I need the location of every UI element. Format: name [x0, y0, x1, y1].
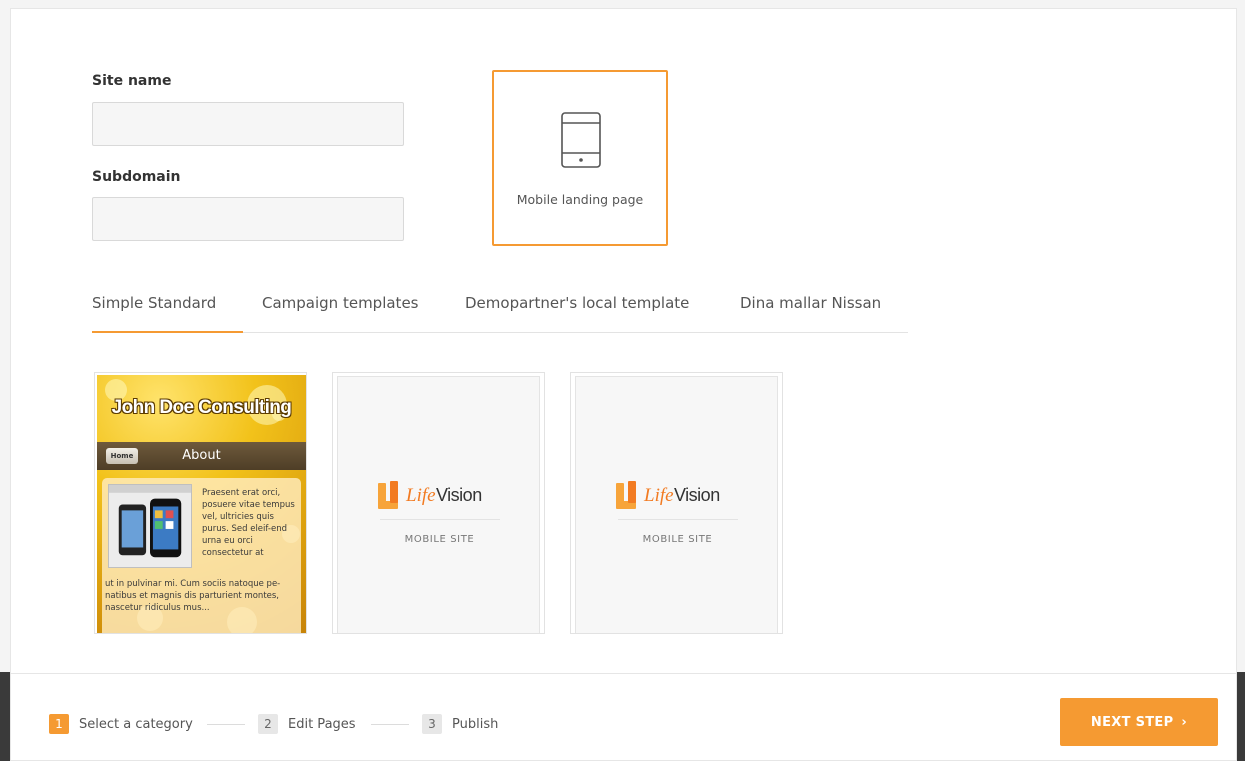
step-number: 2	[258, 714, 278, 734]
template-content-box: Praesent erat orci, posuere vitae tempus…	[102, 478, 301, 633]
step-number: 1	[49, 714, 69, 734]
create-site-dialog: Site name Subdomain Mobile landing page …	[10, 8, 1237, 761]
category-card-mobile-landing-page[interactable]: Mobile landing page	[492, 70, 668, 246]
step-connector	[207, 724, 245, 725]
step-number: 3	[422, 714, 442, 734]
template-lifevision-1[interactable]: Life Vision MOBILE SITE	[332, 372, 545, 634]
template-nav-bar: About Home	[97, 442, 306, 470]
template-preview-image: John Doe Consulting About Home Praesent …	[97, 375, 306, 633]
template-body-text: Praesent erat orci, posuere vitae tempus…	[202, 488, 295, 558]
left-backdrop	[0, 672, 10, 761]
template-tabs: Simple Standard Campaign templates Demop…	[92, 287, 908, 333]
next-step-button[interactable]: NEXT STEP ›	[1060, 698, 1218, 746]
site-name-label: Site name	[92, 73, 172, 89]
phone-screenshot-image	[108, 484, 192, 568]
template-subtitle: MOBILE SITE	[404, 534, 475, 545]
template-lifevision-2[interactable]: Life Vision MOBILE SITE	[570, 372, 783, 634]
logo-divider	[380, 519, 500, 520]
logo-life-text: Life	[405, 485, 436, 506]
tablet-icon	[561, 112, 601, 168]
template-preview-frame: Life Vision MOBILE SITE	[575, 376, 778, 633]
lifevision-logo: Life Vision	[616, 481, 720, 509]
step-edit-pages[interactable]: 2 Edit Pages	[258, 713, 356, 735]
logo-divider	[618, 519, 738, 520]
site-name-input[interactable]	[92, 102, 404, 146]
next-step-label: NEXT STEP	[1090, 714, 1174, 730]
step-select-category[interactable]: 1 Select a category	[49, 713, 193, 735]
tab-dina-mallar-nissan[interactable]: Dina mallar Nissan	[740, 287, 881, 333]
logo-vision-text: Vision	[436, 485, 482, 505]
template-john-doe-consulting[interactable]: John Doe Consulting About Home Praesent …	[94, 372, 307, 634]
tab-campaign-templates[interactable]: Campaign templates	[262, 287, 418, 333]
step-publish[interactable]: 3 Publish	[422, 713, 498, 735]
logo-life-text: Life	[643, 485, 674, 506]
category-label: Mobile landing page	[516, 192, 644, 207]
right-backdrop	[1237, 672, 1245, 761]
step-label: Select a category	[79, 716, 193, 732]
subdomain-label: Subdomain	[92, 169, 181, 185]
step-label: Publish	[452, 716, 499, 732]
step-connector	[371, 724, 409, 725]
template-title: John Doe Consulting	[111, 397, 292, 418]
tab-demopartners-local-template[interactable]: Demopartner's local template	[465, 287, 689, 333]
template-subtitle: MOBILE SITE	[642, 534, 713, 545]
logo-vision-text: Vision	[674, 485, 720, 505]
lifevision-logo: Life Vision	[378, 481, 482, 509]
tab-simple-standard[interactable]: Simple Standard	[92, 287, 243, 333]
template-body-text-continued: ut in pulvinar mi. Cum sociis natoque pe…	[105, 579, 281, 613]
template-preview-frame: Life Vision MOBILE SITE	[337, 376, 540, 633]
chevron-right-icon: ›	[1181, 714, 1188, 730]
template-home-button: Home	[106, 448, 138, 464]
subdomain-input[interactable]	[92, 197, 404, 241]
wizard-footer: 1 Select a category 2 Edit Pages 3 Publi…	[11, 673, 1236, 760]
step-label: Edit Pages	[288, 716, 356, 732]
